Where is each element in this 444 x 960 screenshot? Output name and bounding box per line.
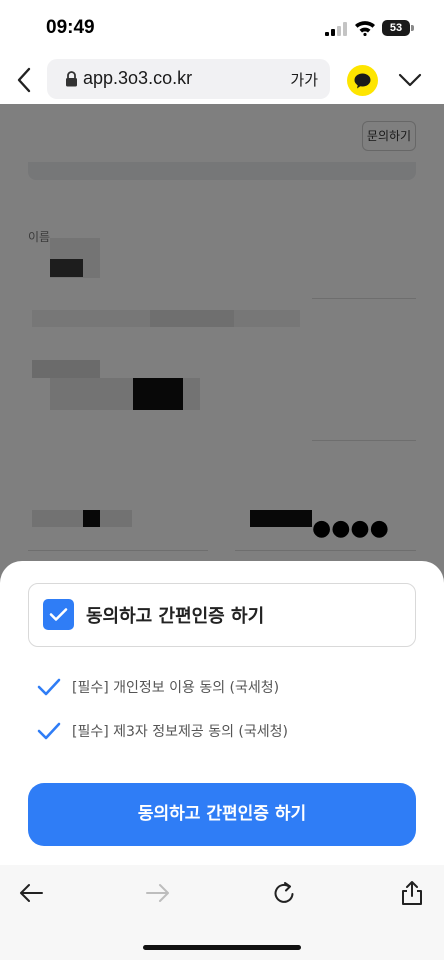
battery-icon: 53 — [382, 20, 410, 36]
checkbox-checked-icon[interactable] — [43, 599, 74, 630]
agree-all-checkbox-row[interactable]: 동의하고 간편인증 하기 — [28, 583, 416, 647]
kakao-talk-icon[interactable] — [347, 65, 378, 96]
status-bar: 09:49 53 — [0, 0, 444, 58]
forward-arrow-icon[interactable] — [144, 879, 172, 907]
browser-bar: app.3o3.co.kr 가가 — [0, 58, 444, 104]
check-icon[interactable] — [36, 721, 62, 741]
back-chevron-icon[interactable] — [14, 65, 36, 95]
home-indicator — [143, 945, 301, 950]
address-bar[interactable]: app.3o3.co.kr 가가 — [47, 59, 330, 99]
agree-and-verify-button[interactable]: 동의하고 간편인증 하기 — [28, 783, 416, 846]
agree-all-label: 동의하고 간편인증 하기 — [86, 606, 265, 627]
browser-toolbar — [0, 865, 444, 960]
status-time: 09:49 — [46, 17, 95, 38]
url-text: app.3o3.co.kr — [83, 68, 193, 88]
share-icon[interactable] — [398, 879, 426, 907]
chevron-down-icon[interactable] — [397, 71, 423, 89]
dim-overlay[interactable] — [0, 104, 444, 584]
reload-icon[interactable] — [270, 879, 298, 907]
check-icon[interactable] — [36, 677, 62, 697]
agree-item-label: [필수] 개인정보 이용 동의 (국세청) — [72, 680, 280, 696]
battery-tip — [411, 25, 414, 31]
back-arrow-icon[interactable] — [17, 879, 45, 907]
wifi-icon — [355, 21, 375, 36]
lock-icon — [66, 71, 77, 87]
agree-item-label: [필수] 제3자 정보제공 동의 (국세청) — [72, 724, 288, 740]
consent-bottom-sheet: 동의하고 간편인증 하기 [필수] 개인정보 이용 동의 (국세청) [필수] … — [0, 561, 444, 865]
text-size-button[interactable]: 가가 — [290, 69, 318, 90]
signal-icon — [325, 22, 347, 36]
